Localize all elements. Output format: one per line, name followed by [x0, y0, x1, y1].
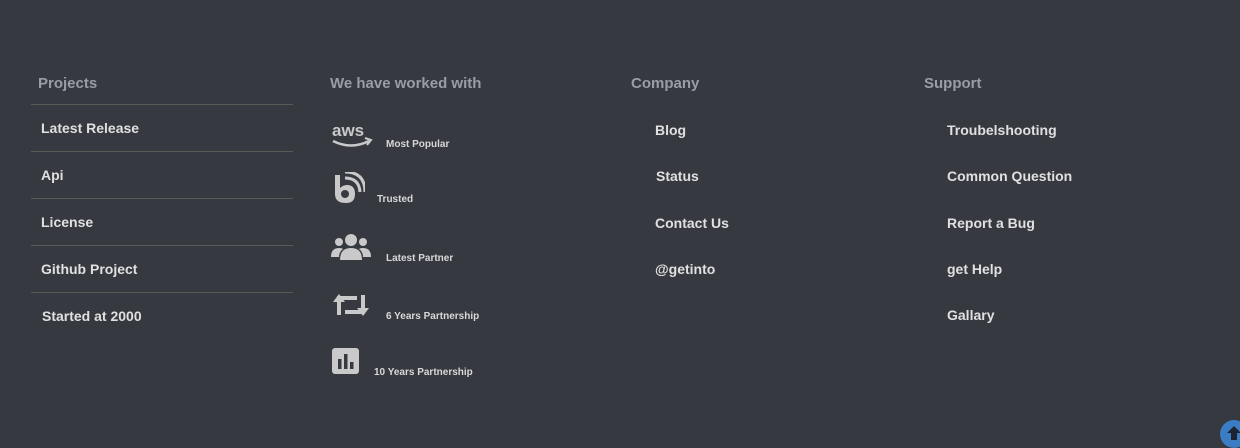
svg-text:aws: aws — [332, 121, 364, 140]
projects-item-github-project[interactable]: Github Project — [31, 245, 293, 292]
projects-item-latest-release[interactable]: Latest Release — [31, 104, 293, 151]
company-link-status[interactable]: Status — [656, 168, 699, 184]
support-link-get-help[interactable]: get Help — [947, 261, 1002, 277]
company-link-getinto[interactable]: @getinto — [655, 261, 715, 277]
retweet-icon — [331, 291, 371, 322]
worked-item-latest-partner: Latest Partner — [331, 233, 453, 264]
worked-item-6-years: 6 Years Partnership — [331, 291, 479, 322]
company-heading: Company — [631, 75, 700, 92]
worked-label-most-popular: Most Popular — [386, 139, 450, 150]
aws-icon: aws — [331, 120, 373, 153]
support-link-common-question[interactable]: Common Question — [947, 168, 1072, 184]
arrow-up-icon — [1227, 426, 1240, 440]
worked-item-trusted: Trusted — [331, 170, 414, 209]
support-link-troubleshooting[interactable]: Troubelshooting — [947, 122, 1057, 138]
projects-heading: Projects — [38, 75, 98, 92]
worked-label-10-years: 10 Years Partnership — [374, 367, 473, 378]
support-link-report-bug[interactable]: Report a Bug — [947, 215, 1035, 231]
company-link-contact-us[interactable]: Contact Us — [655, 215, 729, 231]
projects-item-license[interactable]: License — [31, 198, 293, 245]
worked-label-6-years: 6 Years Partnership — [386, 311, 480, 322]
projects-item-api[interactable]: Api — [31, 151, 293, 198]
worked-item-aws: aws Most Popular — [331, 120, 449, 153]
support-heading: Support — [924, 75, 982, 92]
projects-list: Latest Release Api License Github Projec… — [31, 104, 293, 339]
worked-item-10-years: 10 Years Partnership — [331, 347, 473, 378]
projects-item-started-2000[interactable]: Started at 2000 — [31, 292, 293, 339]
scroll-to-top-button[interactable] — [1220, 420, 1240, 448]
worked-label-latest-partner: Latest Partner — [386, 253, 454, 264]
company-link-blog[interactable]: Blog — [655, 122, 686, 138]
users-icon — [331, 233, 371, 264]
worked-with-heading: We have worked with — [330, 75, 482, 92]
bar-chart-icon — [331, 347, 361, 378]
support-link-gallery[interactable]: Gallary — [947, 307, 994, 323]
bitbucket-icon — [331, 170, 367, 209]
worked-label-trusted: Trusted — [377, 194, 414, 205]
